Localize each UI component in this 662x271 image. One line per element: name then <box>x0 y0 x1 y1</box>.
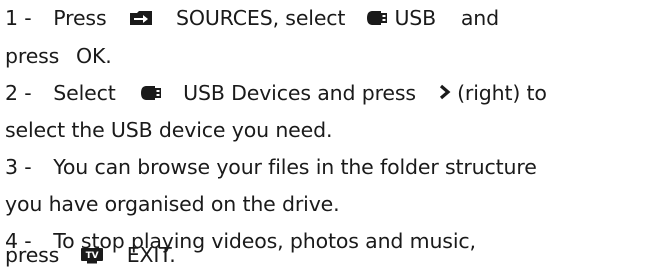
chevron-right-icon <box>439 84 451 100</box>
step-text: you have organised on the drive. <box>5 192 340 216</box>
step-3-line-2: you have organised on the drive. <box>5 189 340 219</box>
ok-key-label: OK <box>75 44 106 68</box>
tv-icon-label: TV <box>86 251 99 261</box>
step-2-line-2: select the USB device you need. <box>5 115 332 145</box>
step-number: 1 - <box>5 6 32 30</box>
exit-key-label: EXIT <box>126 243 170 267</box>
usb-drive-icon <box>366 10 388 26</box>
step-text: (right) to <box>457 81 547 105</box>
step-text: . <box>105 44 112 68</box>
step-text: and press <box>317 81 416 105</box>
step-text: press <box>5 243 60 267</box>
sources-key-label: SOURCES <box>175 6 273 30</box>
sources-icon <box>129 9 153 27</box>
step-4-line-2: press TV EXIT. <box>5 240 176 270</box>
usb-devices-key-label: USB Devices <box>183 81 311 105</box>
step-text: Select <box>53 81 116 105</box>
step-text: , select <box>272 6 346 30</box>
usb-key-label: USB <box>394 6 437 30</box>
step-1-line-2: press OK. <box>5 41 112 71</box>
step-text: press <box>5 44 60 68</box>
tv-icon: TV <box>80 247 104 264</box>
step-text: . <box>169 243 176 267</box>
step-number: 3 - <box>5 155 32 179</box>
step-text: You can browse your files in the folder … <box>53 155 537 179</box>
step-1-line-1: 1 - Press SOURCES, select USB and <box>5 3 499 33</box>
usb-drive-icon <box>140 85 162 101</box>
step-3-line-1: 3 - You can browse your files in the fol… <box>5 152 537 182</box>
step-text: Press <box>53 6 107 30</box>
step-number: 2 - <box>5 81 32 105</box>
step-2-line-1: 2 - Select USB Devices and press (right)… <box>5 78 547 108</box>
step-text: select the USB device you need. <box>5 118 333 142</box>
step-text: and <box>460 6 499 30</box>
